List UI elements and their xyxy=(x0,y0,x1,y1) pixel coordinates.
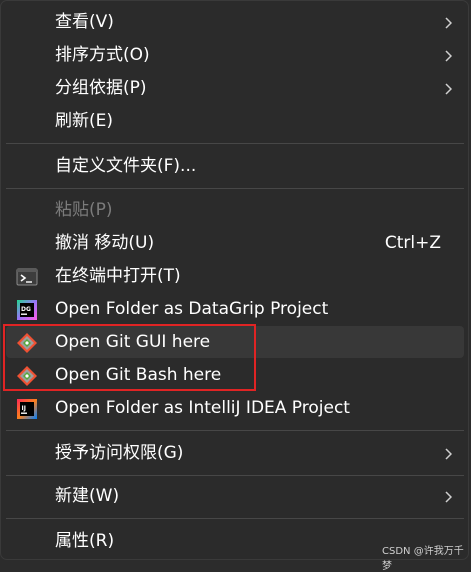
menu-item-label: 粘贴(P) xyxy=(55,200,113,220)
watermark: CSDN @许我万千梦 xyxy=(382,546,464,572)
menu-item-paste: 粘贴(P) xyxy=(6,194,464,226)
intellij-icon: IJ xyxy=(17,399,37,419)
menu-item-label: 查看(V) xyxy=(55,12,114,32)
menu-item-refresh[interactable]: 刷新(E) xyxy=(6,105,464,137)
terminal-icon xyxy=(16,268,38,286)
menu-item-label: 属性(R) xyxy=(55,531,115,551)
menu-item-label: 自定义文件夹(F)... xyxy=(55,156,197,176)
menu-item-label: 授予访问权限(G) xyxy=(55,443,184,463)
menu-item-open-in-terminal[interactable]: 在终端中打开(T) xyxy=(6,260,464,292)
menu-separator xyxy=(6,430,464,431)
menu-item-label: 排序方式(O) xyxy=(55,45,150,65)
menu-item-label: 分组依据(P) xyxy=(55,78,147,98)
chevron-right-icon xyxy=(445,448,452,460)
menu-item-customize-folder[interactable]: 自定义文件夹(F)... xyxy=(6,150,464,182)
menu-separator xyxy=(6,143,464,144)
chevron-right-icon xyxy=(445,83,452,95)
context-menu: 查看(V) 排序方式(O) 分组依据(P) 刷新(E) 自定义文件夹(F)...… xyxy=(0,0,469,572)
chevron-right-icon xyxy=(445,491,452,503)
menu-item-open-datagrip[interactable]: DG Open Folder as DataGrip Project xyxy=(6,293,464,325)
datagrip-icon: DG xyxy=(17,300,37,320)
chevron-right-icon xyxy=(445,50,452,62)
svg-text:DG: DG xyxy=(21,306,31,313)
menu-item-label: Open Folder as IntelliJ IDEA Project xyxy=(55,398,350,418)
menu-item-group-by[interactable]: 分组依据(P) xyxy=(6,72,464,104)
menu-item-label: Open Folder as DataGrip Project xyxy=(55,299,329,319)
menu-item-label: 新建(W) xyxy=(55,486,120,506)
menu-item-open-intellij[interactable]: IJ Open Folder as IntelliJ IDEA Project xyxy=(6,392,464,424)
svg-text:IJ: IJ xyxy=(22,405,26,412)
menu-item-label: 在终端中打开(T) xyxy=(55,266,181,286)
menu-separator xyxy=(6,518,464,519)
menu-item-label: 刷新(E) xyxy=(55,111,114,131)
menu-item-new[interactable]: 新建(W) xyxy=(6,480,464,512)
menu-item-view[interactable]: 查看(V) xyxy=(6,6,464,38)
menu-item-sort-by[interactable]: 排序方式(O) xyxy=(6,39,464,71)
menu-item-label: 撤消 移动(U) xyxy=(55,233,155,253)
menu-item-undo-move[interactable]: 撤消 移动(U) Ctrl+Z xyxy=(6,227,464,259)
menu-separator xyxy=(6,475,464,476)
highlight-annotation xyxy=(3,324,256,391)
shortcut-label: Ctrl+Z xyxy=(384,233,441,253)
menu-separator xyxy=(6,188,464,189)
menu-item-give-access[interactable]: 授予访问权限(G) xyxy=(6,437,464,469)
chevron-right-icon xyxy=(445,17,452,29)
